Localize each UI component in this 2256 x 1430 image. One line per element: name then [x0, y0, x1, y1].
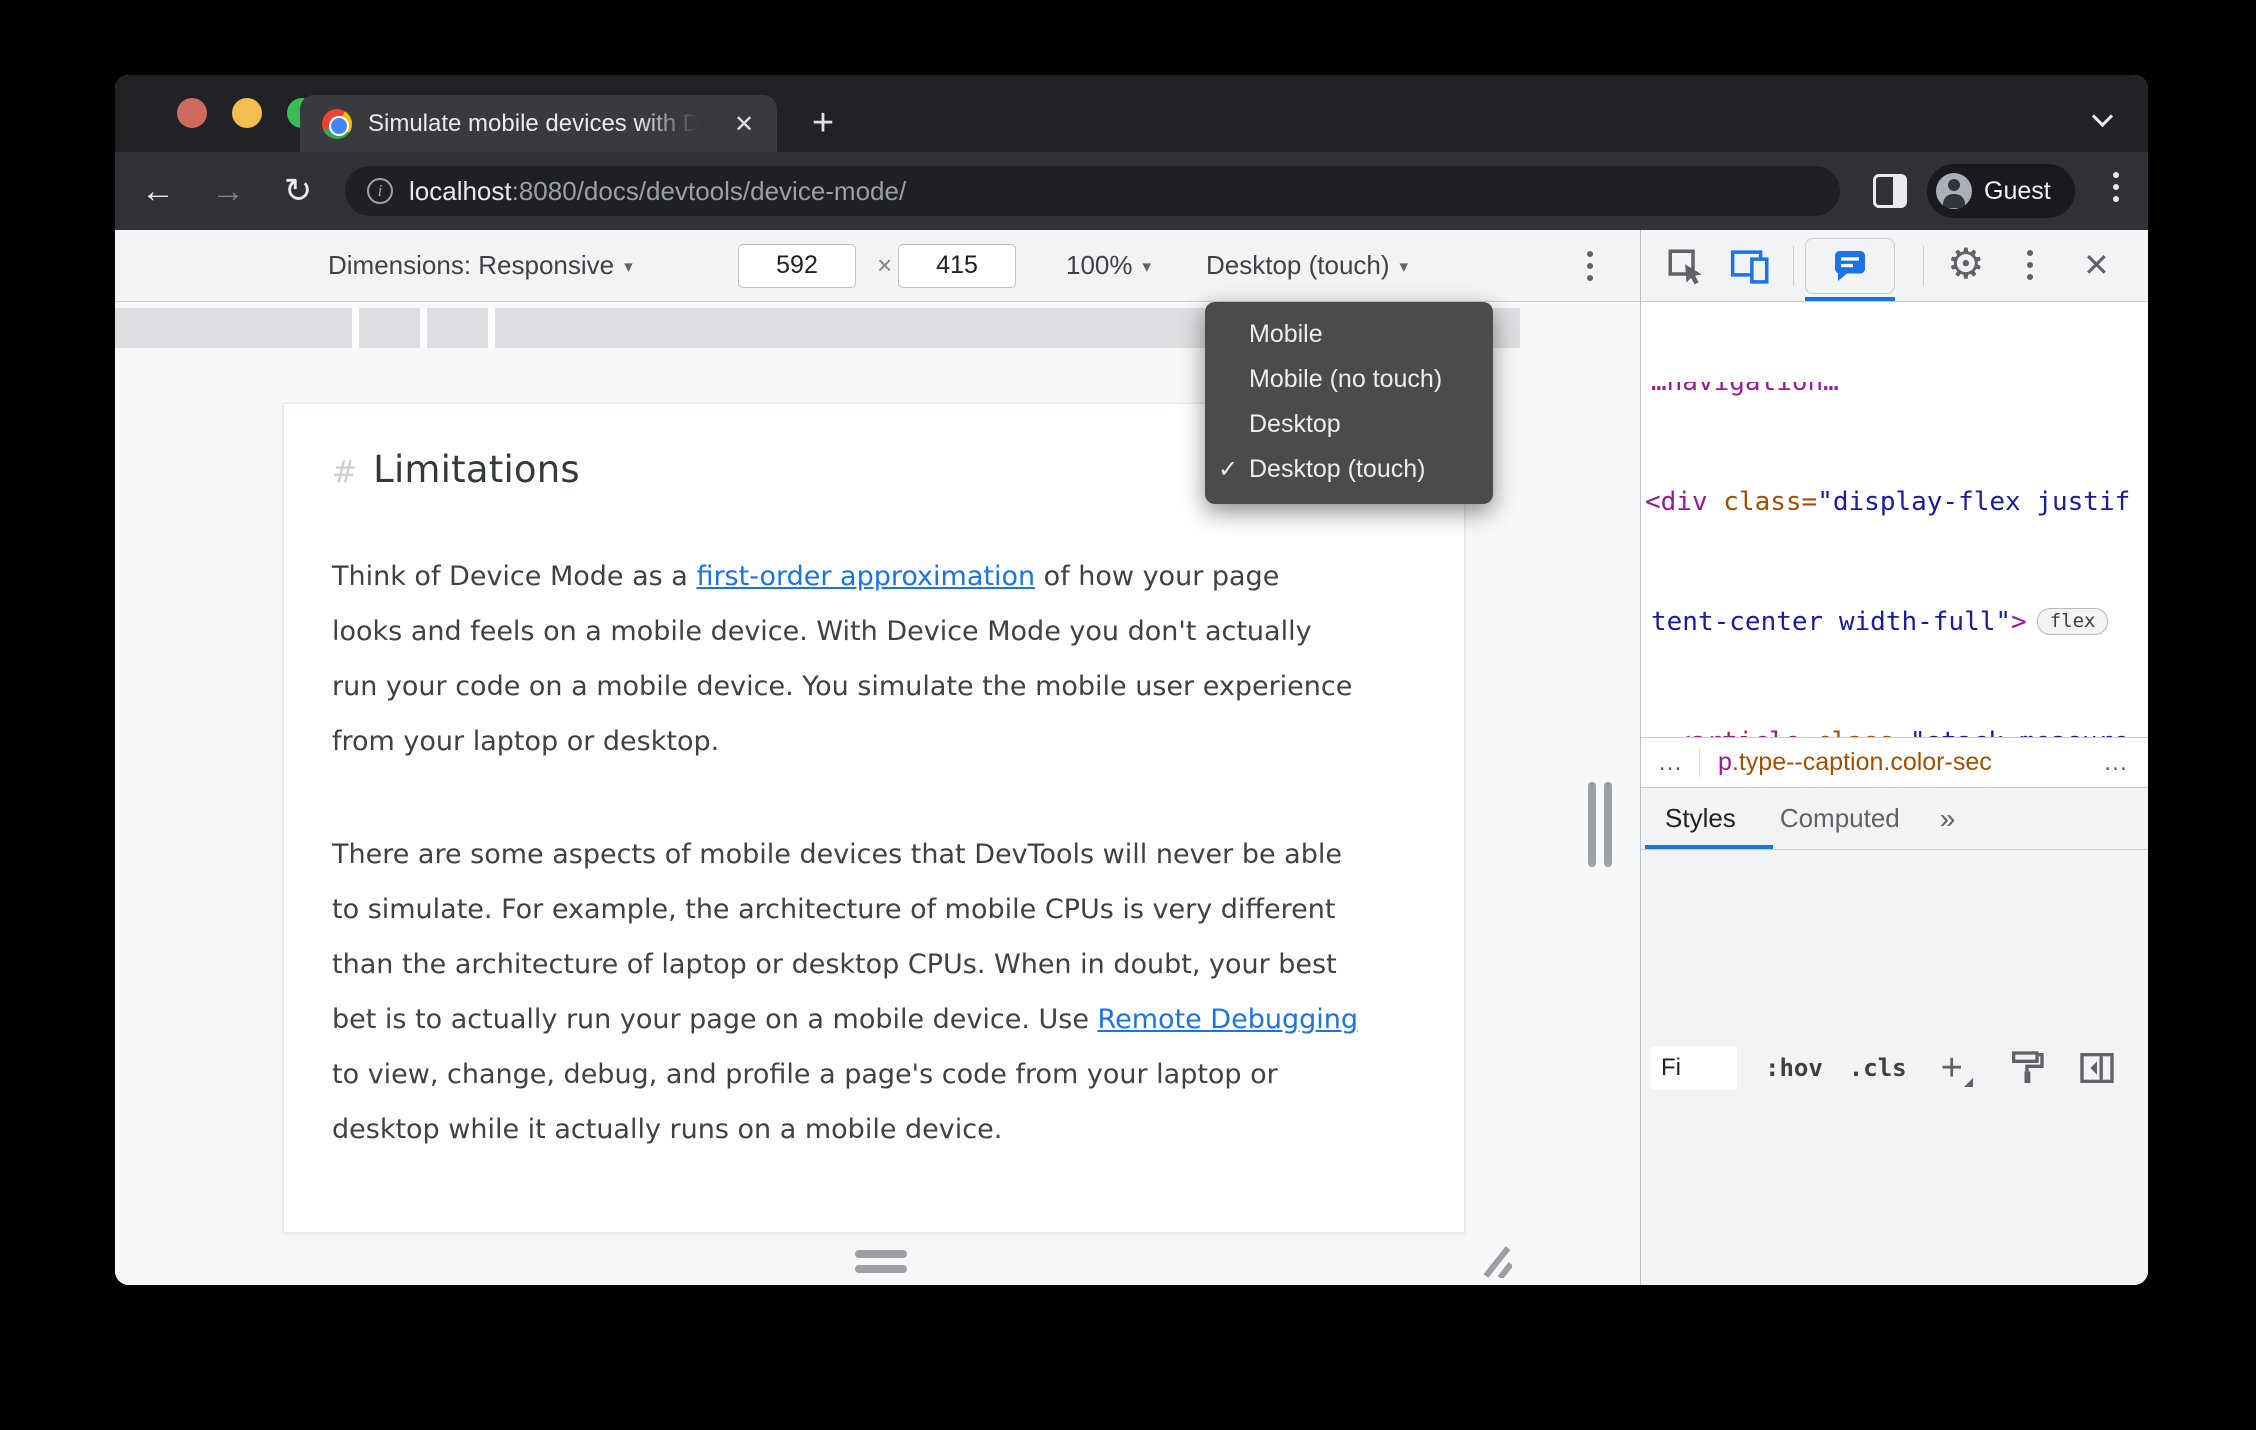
styles-pane-tabs: Styles Computed »	[1641, 787, 2148, 849]
devtools-toolbar: ⚙ ✕	[1641, 230, 2148, 302]
dimensions-label: Dimensions: Responsive	[328, 250, 615, 280]
page-title: Limitations	[373, 448, 580, 491]
chevron-down-icon: ▾	[1399, 257, 1409, 276]
tab-styles[interactable]: Styles	[1665, 803, 1736, 834]
menu-item-desktop-touch[interactable]: ✓ Desktop (touch)	[1205, 447, 1493, 492]
reload-button[interactable]: ↻	[273, 171, 323, 211]
viewport-resize-handle-right[interactable]	[1588, 782, 1612, 867]
element-classes-button[interactable]: .cls	[1849, 1054, 1907, 1082]
url-path: :8080/docs/devtools/device-mode/	[511, 175, 907, 206]
desktop-background: Simulate mobile devices with D ✕ + ← → ↻…	[0, 0, 2256, 1430]
devtools-menu-icon[interactable]	[2027, 250, 2033, 280]
tab-title: Simulate mobile devices with D	[368, 109, 698, 137]
feedback-message-icon	[1835, 251, 1865, 281]
browser-window: Simulate mobile devices with D ✕ + ← → ↻…	[115, 75, 2148, 1285]
devtools-close-icon[interactable]: ✕	[2083, 246, 2110, 284]
checkmark-icon: ✓	[1218, 456, 1239, 483]
tab-strip: Simulate mobile devices with D ✕ +	[115, 75, 2148, 152]
new-tab-button[interactable]: +	[805, 104, 841, 142]
chrome-favicon-icon	[322, 108, 352, 139]
menu-item-mobile-no-touch[interactable]: Mobile (no touch)	[1205, 357, 1493, 402]
flex-badge[interactable]: flex	[2036, 608, 2109, 635]
tab-close-icon[interactable]: ✕	[729, 109, 759, 139]
settings-gear-icon[interactable]: ⚙	[1947, 243, 1985, 285]
inspect-element-icon[interactable]	[1665, 246, 1707, 288]
new-style-rule-button[interactable]: +	[1941, 1049, 1974, 1087]
width-input[interactable]	[738, 243, 856, 288]
chevron-down-icon: ▾	[1142, 257, 1152, 276]
device-toolbar-menu-icon[interactable]	[1587, 250, 1593, 281]
dom-breadcrumb-bar: … p.type--caption.color-sec …	[1641, 737, 2148, 787]
side-panel-icon[interactable]	[1873, 174, 1907, 208]
zoom-select[interactable]: 100% ▾	[1066, 230, 1151, 301]
browser-tab[interactable]: Simulate mobile devices with D ✕	[300, 95, 777, 152]
remote-debugging-link[interactable]: Remote Debugging	[1098, 1004, 1358, 1035]
device-toolbar-toggle-icon[interactable]	[1729, 246, 1773, 288]
devtools-tab-button[interactable]	[1805, 238, 1895, 294]
article-paragraph: Think of Device Mode as a first-order ap…	[332, 549, 1452, 769]
paint-brush-icon[interactable]	[2007, 1048, 2047, 1088]
dom-node[interactable]: <div class="display-flex justif	[1645, 482, 2148, 522]
devtools-panel: ⚙ ✕ …navigation… <div class="display-fle…	[1640, 230, 2148, 1285]
breadcrumb-overflow-right[interactable]: …	[2103, 748, 2128, 777]
main-area: Dimensions: Responsive ▾ × 100% ▾	[115, 230, 2148, 1285]
active-tab-indicator	[1805, 297, 1895, 301]
back-button[interactable]: ←	[133, 172, 183, 211]
avatar	[1936, 173, 1972, 209]
address-toolbar: ← → ↻ i localhost:8080/docs/devtools/dev…	[115, 152, 2148, 230]
dimension-separator: ×	[877, 250, 893, 280]
dom-node[interactable]: ▾<article class="stack measure	[1649, 722, 2148, 737]
device-type-select[interactable]: Desktop (touch) ▾	[1206, 230, 1408, 301]
viewport-resize-handle-bottom[interactable]	[855, 1250, 907, 1273]
device-type-value: Desktop (touch)	[1206, 250, 1390, 280]
styles-filter-bar: :hov .cls +	[1641, 849, 2148, 1285]
breadcrumb-selected-node[interactable]: p.type--caption.color-sec	[1699, 748, 2010, 777]
article-paragraph: There are some aspects of mobile devices…	[332, 827, 1452, 1157]
viewport-resize-handle-corner[interactable]	[1478, 1240, 1512, 1278]
first-order-approximation-link[interactable]: first-order approximation	[696, 561, 1035, 592]
profile-label: Guest	[1984, 176, 2051, 205]
tab-computed[interactable]: Computed	[1780, 803, 1900, 834]
url-text[interactable]: localhost:8080/docs/devtools/device-mode…	[409, 176, 906, 207]
dom-node[interactable]: tent-center width-full"> flex	[1649, 602, 2148, 642]
menu-item-desktop[interactable]: Desktop	[1205, 402, 1493, 447]
paragraph-text: Think of Device Mode as a	[332, 561, 697, 592]
profile-button[interactable]: Guest	[1927, 164, 2075, 218]
device-type-menu: Mobile Mobile (no touch) Desktop ✓ Deskto…	[1205, 302, 1493, 504]
url-host: localhost	[409, 175, 512, 206]
dom-tree: …navigation… <div class="display-flex ju…	[1641, 302, 2148, 737]
window-controls	[177, 98, 317, 128]
sidebar-toggle-icon[interactable]	[2077, 1048, 2117, 1088]
toggle-element-state-button[interactable]: :hov	[1765, 1054, 1823, 1082]
address-bar[interactable]: i localhost:8080/docs/devtools/device-mo…	[345, 166, 1840, 216]
expand-arrow-icon[interactable]: ▾	[1651, 724, 1675, 737]
breadcrumb-overflow-left[interactable]: …	[1641, 748, 1699, 777]
article-card: # Limitations Think of Device Mode as a …	[283, 403, 1465, 1233]
site-info-icon[interactable]: i	[367, 178, 393, 204]
minimize-window-button[interactable]	[232, 98, 262, 128]
height-input[interactable]	[898, 243, 1016, 288]
tab-search-chevron-icon[interactable]	[2095, 109, 2113, 127]
styles-filter-input[interactable]	[1651, 1045, 1737, 1090]
more-tabs-icon[interactable]: »	[1940, 803, 1956, 835]
heading-anchor-hash[interactable]: #	[332, 455, 357, 490]
dom-node-clipped[interactable]: …navigation…	[1649, 382, 2148, 402]
menu-item-mobile[interactable]: Mobile	[1205, 312, 1493, 357]
zoom-value: 100%	[1066, 250, 1133, 280]
forward-button[interactable]: →	[203, 172, 253, 211]
browser-menu-icon[interactable]	[2113, 172, 2119, 202]
paragraph-text: to view, change, debug, and profile a pa…	[332, 1059, 1278, 1145]
device-toolbar: Dimensions: Responsive ▾ × 100% ▾	[115, 230, 1640, 302]
chevron-down-icon: ▾	[624, 257, 633, 276]
close-window-button[interactable]	[177, 98, 207, 128]
dimensions-select[interactable]: Dimensions: Responsive ▾	[328, 230, 633, 301]
